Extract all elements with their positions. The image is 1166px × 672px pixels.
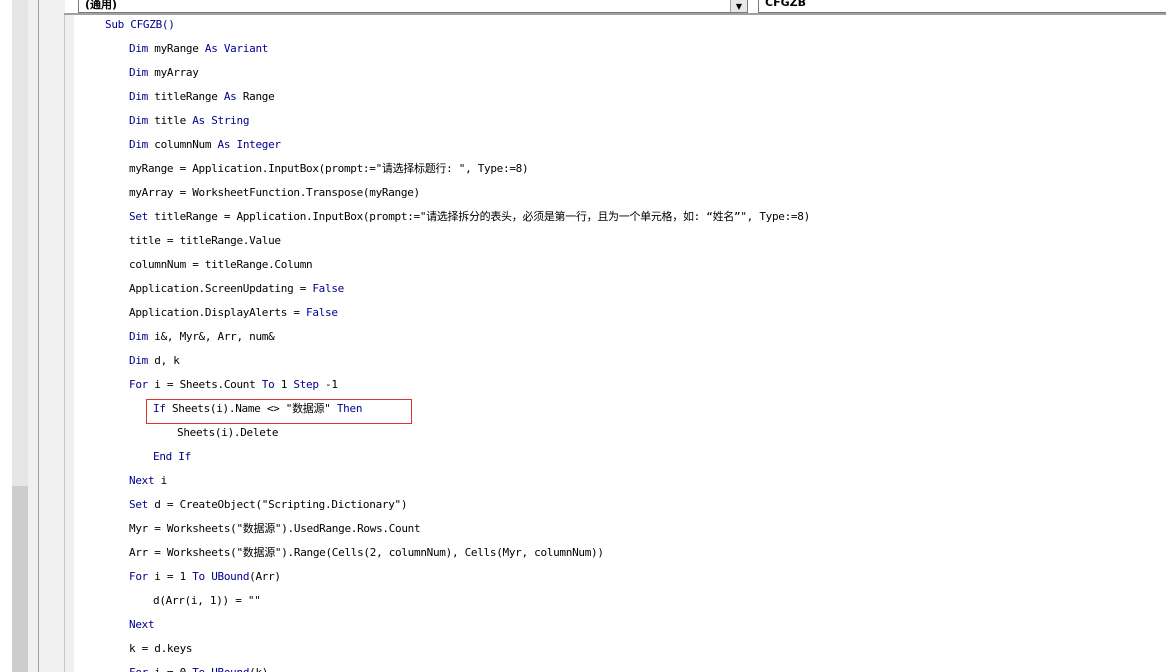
code-keyword: Dim [129, 66, 148, 79]
code-line[interactable]: Next i [129, 471, 167, 491]
code-text: myRange [147, 42, 205, 55]
code-keyword: Dim [129, 114, 148, 127]
chevron-down-icon[interactable]: ▼ [730, 0, 747, 12]
code-text: d, k [147, 354, 180, 367]
code-line[interactable]: End If [153, 447, 191, 467]
code-line[interactable]: Myr = Worksheets("数据源").UsedRange.Rows.C… [129, 519, 421, 539]
code-line[interactable]: Dim myRange As Variant [129, 39, 268, 59]
code-line[interactable]: Dim myArray [129, 63, 199, 83]
code-line[interactable]: Dim titleRange As Range [129, 87, 275, 107]
code-keyword: Dim [129, 90, 148, 103]
code-line[interactable]: Set titleRange = Application.InputBox(pr… [129, 207, 810, 227]
code-text: d = CreateObject("Scripting.Dictionary") [147, 498, 408, 511]
code-keyword: Dim [129, 138, 148, 151]
code-line[interactable]: k = d.keys [129, 639, 193, 659]
code-text: i [154, 474, 168, 487]
code-keyword: As Integer [217, 138, 282, 151]
code-text: (k) [249, 666, 268, 672]
code-text: Range [236, 90, 275, 103]
code-text: Application.DisplayAlerts = [129, 306, 307, 319]
code-keyword: For [129, 570, 148, 583]
code-keyword: False [312, 282, 344, 295]
code-line[interactable]: Sub CFGZB() [105, 15, 175, 35]
code-keyword: For [129, 666, 148, 672]
code-keyword: Set [129, 210, 148, 223]
code-keyword: Next [129, 618, 155, 631]
code-keyword: To UBound [192, 570, 250, 583]
code-line[interactable]: title = titleRange.Value [129, 231, 281, 251]
code-window-border [38, 0, 65, 672]
code-text: titleRange = Application.InputBox(prompt… [147, 210, 810, 223]
code-line[interactable]: columnNum = titleRange.Column [129, 255, 313, 275]
code-keyword: As String [192, 114, 250, 127]
vba-editor-window: (通用) ▼ CFGZB Sub CFGZB() Dim myRange As V… [0, 0, 1166, 672]
code-line[interactable]: Dim d, k [129, 351, 180, 371]
procedure-combobox-value: CFGZB [765, 0, 806, 9]
code-keyword: Step [293, 378, 319, 391]
code-text: Arr = Worksheets("数据源").Range(Cells(2, c… [129, 546, 604, 559]
code-line[interactable]: Set d = CreateObject("Scripting.Dictiona… [129, 495, 408, 515]
code-text: title [147, 114, 193, 127]
code-text: myRange = Application.InputBox(prompt:="… [129, 162, 529, 175]
code-keyword: Dim [129, 42, 148, 55]
code-line[interactable]: Sheets(i).Delete [177, 423, 278, 443]
code-text: i = 0 [148, 666, 192, 672]
code-text: Application.ScreenUpdating = [129, 282, 313, 295]
code-editor[interactable]: Sub CFGZB() Dim myRange As Variant Dim myA… [74, 15, 1166, 672]
code-line[interactable]: Application.ScreenUpdating = False [129, 279, 344, 299]
code-line[interactable]: Next [129, 615, 155, 635]
code-keyword: Dim [129, 330, 148, 343]
code-text: i&, Myr&, Arr, num& [147, 330, 275, 343]
object-combobox-value: (通用) [85, 0, 118, 11]
code-line[interactable]: myRange = Application.InputBox(prompt:="… [129, 159, 529, 179]
code-line[interactable]: Dim columnNum As Integer [129, 135, 281, 155]
code-text: Myr = Worksheets("数据源").UsedRange.Rows.C… [129, 522, 421, 535]
code-line[interactable]: For i = Sheets.Count To 1 Step -1 [129, 375, 338, 395]
code-keyword: False [306, 306, 338, 319]
code-text: myArray [147, 66, 199, 79]
code-keyword: For [129, 378, 148, 391]
code-keyword: Sub CFGZB() [105, 18, 175, 31]
code-text: myArray = WorksheetFunction.Transpose(my… [129, 186, 420, 199]
code-line[interactable]: Arr = Worksheets("数据源").Range(Cells(2, c… [129, 543, 604, 563]
code-text: d(Arr(i, 1)) = "" [153, 594, 261, 607]
code-text: (Arr) [249, 570, 281, 583]
code-line[interactable]: Application.DisplayAlerts = False [129, 303, 338, 323]
code-line[interactable]: For i = 1 To UBound(Arr) [129, 567, 281, 587]
code-text: title = titleRange.Value [129, 234, 281, 247]
scrollbar-thumb[interactable] [12, 486, 28, 672]
code-keyword: Dim [129, 354, 148, 367]
code-keyword: End If [153, 450, 191, 463]
code-text: columnNum [147, 138, 218, 151]
code-text: k = d.keys [129, 642, 193, 655]
code-keyword: Set [129, 498, 148, 511]
code-line[interactable]: For i = 0 To UBound(k) [129, 663, 268, 672]
code-text: -1 [318, 378, 338, 391]
code-keyword: As Variant [204, 42, 269, 55]
code-keyword: To [261, 378, 275, 391]
code-text: 1 [274, 378, 294, 391]
frame-edge [28, 0, 38, 672]
code-line[interactable]: Dim title As String [129, 111, 249, 131]
procedure-combobox[interactable]: CFGZB [758, 0, 1166, 13]
code-text: i = Sheets.Count [147, 378, 262, 391]
code-line[interactable]: myArray = WorksheetFunction.Transpose(my… [129, 183, 420, 203]
code-line[interactable]: Dim i&, Myr&, Arr, num& [129, 327, 275, 347]
code-text: Sheets(i).Delete [177, 426, 279, 439]
code-text: i = 1 [147, 570, 193, 583]
code-keyword: As [223, 90, 237, 103]
code-line[interactable]: d(Arr(i, 1)) = "" [153, 591, 261, 611]
code-keyword: Next [129, 474, 155, 487]
code-keyword: To UBound [192, 666, 249, 672]
code-text: titleRange [147, 90, 224, 103]
left-panel-edge [0, 0, 12, 672]
code-text: columnNum = titleRange.Column [129, 258, 313, 271]
annotation-highlight-box [146, 399, 412, 424]
object-combobox[interactable]: (通用) ▼ [78, 0, 748, 13]
